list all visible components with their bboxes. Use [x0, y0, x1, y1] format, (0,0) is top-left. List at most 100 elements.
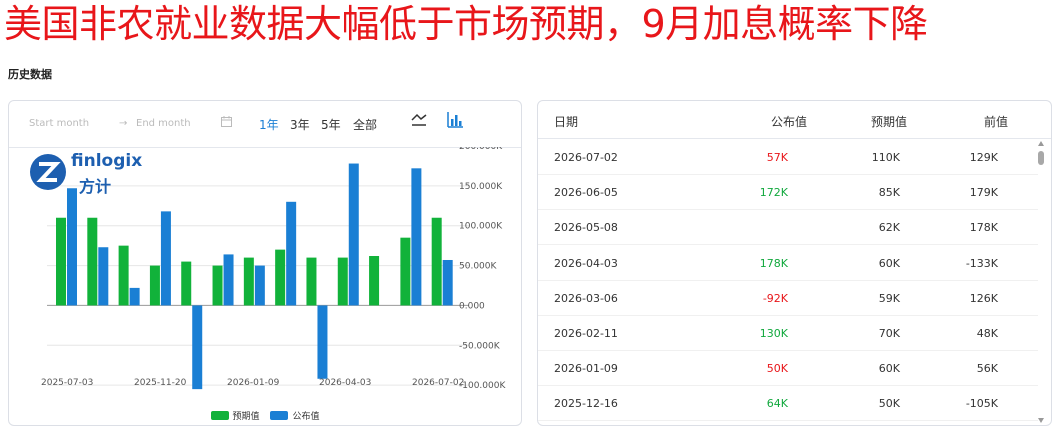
row-previous: 129K [969, 151, 998, 164]
page-headline: 美国非农就业数据大幅低于市场预期，9月加息概率下降 [4, 2, 928, 46]
row-date: 2026-07-02 [554, 151, 618, 164]
row-published: 64K [766, 397, 788, 411]
chart-toolbar: Start month → End month 1年 3年 5年 全部 [9, 101, 521, 148]
legend-item-published[interactable]: 公布值 [270, 409, 319, 422]
bar-published [317, 305, 328, 379]
table-row[interactable]: 2026-04-03 178K 60K -133K [538, 245, 1038, 281]
y-tick-label: 50.000K [459, 262, 497, 272]
x-tick-label: 2025-11-20 [134, 378, 187, 388]
y-tick-label: -100.000K [459, 381, 506, 391]
line-chart-icon[interactable] [410, 111, 428, 129]
row-published: 178K [759, 256, 788, 270]
calendar-icon[interactable] [221, 116, 232, 130]
scroll-up-icon[interactable] [1038, 141, 1044, 146]
row-published: -92K [762, 291, 788, 305]
chart-legend: 预期值 公布值 [9, 409, 521, 423]
table-row[interactable]: 2026-07-02 57K 110K 129K [538, 139, 1038, 175]
header-date: 日期 [554, 115, 579, 129]
row-published: 130K [759, 327, 788, 340]
range-arrow: → [119, 118, 128, 129]
bar-published [348, 163, 359, 306]
row-date: 2026-06-05 [554, 186, 618, 200]
legend-item-expected[interactable]: 预期值 [210, 409, 260, 422]
row-previous: 126K [969, 291, 998, 305]
row-expected: 85K [878, 186, 900, 200]
bar-expected [337, 257, 348, 306]
range-all-button[interactable]: 全部 [353, 116, 377, 133]
row-expected: 50K [878, 397, 900, 411]
table-row[interactable]: 2026-01-09 50K 60K 56K [538, 350, 1038, 387]
range-3y-button[interactable]: 3年 [290, 116, 310, 133]
row-date: 2026-03-06 [554, 291, 618, 305]
table-scrollbar[interactable] [1037, 141, 1045, 423]
bar-published [160, 211, 171, 306]
table-row[interactable]: 2026-06-05 172K 85K 179K [538, 174, 1038, 211]
bar-expected [275, 249, 286, 306]
row-expected: 60K [878, 362, 900, 376]
bar-chart-icon[interactable] [446, 111, 464, 129]
bar-published [411, 168, 422, 306]
row-date: 2026-05-08 [554, 221, 618, 235]
start-month-input[interactable]: Start month [29, 118, 89, 129]
scroll-down-icon[interactable] [1038, 418, 1044, 423]
bar-published [442, 259, 453, 306]
row-published: 57K [766, 151, 788, 164]
legend-label-published: 公布值 [292, 412, 320, 422]
bar-expected [306, 257, 317, 306]
table-row[interactable]: 2026-05-08 62K 178K [538, 209, 1038, 246]
y-tick-label: 150.000K [459, 182, 503, 192]
row-date: 2026-02-11 [554, 327, 618, 340]
range-1y-button[interactable]: 1年 [259, 116, 279, 133]
section-title: 历史数据 [8, 68, 52, 81]
table-row[interactable]: 2026-02-11 130K 70K 48K [538, 315, 1038, 351]
y-tick-label: 0.000 [459, 301, 485, 311]
y-tick-label: 100.000K [459, 222, 503, 232]
y-tick-label: 200.000K [459, 147, 503, 152]
history-table-panel: 日期 公布值 预期值 前值 2026-07-02 57K 110K 129K 2026-… [537, 100, 1052, 426]
bar-expected [181, 261, 192, 306]
row-published: 172K [759, 186, 788, 200]
bar-expected [212, 265, 223, 306]
table-row[interactable]: 2025-12-16 64K 50K -105K [538, 385, 1038, 422]
row-expected: 70K [878, 327, 900, 340]
row-previous: 56K [976, 362, 998, 376]
bar-published [98, 247, 109, 306]
bar-published [192, 305, 203, 390]
row-expected: 62K [878, 221, 900, 235]
row-previous: 178K [969, 221, 998, 235]
table-row[interactable]: 2026-03-06 -92K 59K 126K [538, 280, 1038, 316]
x-tick-label: 2025-07-03 [41, 378, 93, 388]
end-month-input[interactable]: End month [136, 118, 191, 129]
row-date: 2025-12-16 [554, 397, 618, 411]
row-expected: 110K [871, 151, 900, 164]
bar-published [254, 265, 265, 306]
row-previous: -133K [965, 256, 998, 270]
header-previous: 前值 [984, 115, 1009, 129]
bar-expected [369, 256, 380, 306]
logo-wordmark: finlogix [71, 151, 143, 171]
range-5y-button[interactable]: 5年 [321, 116, 341, 133]
scroll-thumb[interactable] [1038, 151, 1044, 165]
logo-subtitle: 方计 [79, 177, 112, 196]
row-published: 50K [766, 362, 788, 376]
bar-expected [431, 217, 442, 306]
row-previous: 179K [969, 186, 998, 200]
bar-published [286, 201, 297, 306]
x-tick-label: 2026-04-03 [319, 378, 371, 388]
row-previous: -105K [965, 397, 998, 411]
bar-expected [56, 217, 66, 306]
row-expected: 59K [878, 291, 900, 305]
row-date: 2026-04-03 [554, 256, 618, 270]
header-expected: 预期值 [871, 115, 908, 129]
bar-expected [243, 257, 254, 306]
bar-expected [87, 217, 98, 306]
legend-label-expected: 预期值 [232, 412, 260, 422]
bar-published [129, 287, 140, 306]
legend-swatch-expected [210, 411, 229, 420]
x-tick-label: 2026-01-09 [227, 378, 280, 388]
bar-published [223, 254, 234, 306]
x-tick-label: 2026-07-02 [412, 378, 464, 388]
bar-expected [400, 237, 411, 306]
row-date: 2026-01-09 [554, 362, 618, 376]
row-previous: 48K [976, 327, 998, 340]
